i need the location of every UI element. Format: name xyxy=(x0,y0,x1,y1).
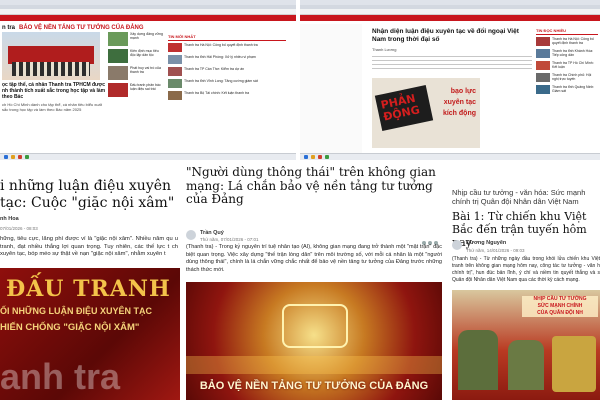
lead-article-snippet: ch Hồ Chí Minh dành cho tập thể, cá nhân… xyxy=(2,102,102,112)
news-item[interactable]: Thanh tra Bộ Tài chính: Kết luận thanh t… xyxy=(184,91,249,100)
thumb[interactable] xyxy=(536,37,550,46)
article-title: Nhận diện luận điệu xuyên tạc về đổi ngo… xyxy=(372,28,519,43)
thumb[interactable] xyxy=(108,66,128,80)
list-item[interactable]: Kiên định mục tiêu độc lập dân tộc xyxy=(130,49,164,63)
bottom-right-article: Nhịp cầu tư tưởng - văn hóa: Sức mạnh ch… xyxy=(448,164,600,400)
top-left-browser-panel: n tra BẢO VỆ NỀN TẢNG TƯ TƯỞNG CỦA ĐẢNG … xyxy=(0,0,296,160)
article-banner: NHỊP CẦU TƯ TƯỞNG SỨC MẠNH CHÍNH CỦA QUÂ… xyxy=(452,290,600,400)
article-author[interactable]: Thanh Lương xyxy=(372,47,532,52)
thumb[interactable] xyxy=(168,43,182,52)
list-item[interactable]: Phát huy vai trò của thanh tra xyxy=(130,66,164,80)
publish-date: 07/01/2026 - 08:03 xyxy=(0,226,38,231)
news-item[interactable]: Thanh tra TP Cần Thơ: Kiểm tra dự án xyxy=(184,67,244,76)
thumb[interactable] xyxy=(536,61,550,70)
bottom-middle-article: "Người dùng thông thái" trên không gian … xyxy=(182,164,446,400)
taskbar xyxy=(300,153,600,160)
folder-icon[interactable] xyxy=(311,155,315,159)
lead-photo[interactable] xyxy=(2,32,100,80)
article-banner: ĐẤU TRANH ỐI NHỮNG LUẬN ĐIỆU XUYÊN TẠC H… xyxy=(0,268,180,400)
article-sapo-lines xyxy=(372,54,532,72)
browser-icon[interactable] xyxy=(18,155,22,159)
thumb[interactable] xyxy=(536,85,550,94)
thumb[interactable] xyxy=(168,79,182,88)
publish-date: Thứ năm, 07/01/2026 - 07:01 xyxy=(200,237,259,242)
publish-date: Thứ năm, 14/01/2026 - 09:03 xyxy=(466,248,525,253)
start-icon[interactable] xyxy=(4,155,8,159)
taskbar xyxy=(0,153,296,160)
thumb[interactable] xyxy=(108,83,128,97)
news-item[interactable]: Thanh tra Hà Nội: Công bố quyết định tha… xyxy=(184,43,258,52)
news-item[interactable]: Thanh tra tỉnh Vĩnh Long: Tăng cường giá… xyxy=(184,79,258,88)
article-banner: BẢO VỆ NỀN TẢNG TƯ TƯỞNG CỦA ĐẢNG xyxy=(186,282,442,400)
news-item[interactable]: Thanh tra Chính phủ: Hội nghị trực tuyến xyxy=(552,73,598,82)
news-item[interactable]: Thanh tra tỉnh Khánh Hòa: Tiếp công dân xyxy=(552,49,598,58)
thumb[interactable] xyxy=(168,67,182,76)
list-item[interactable]: Xây dựng đảng vững mạnh xyxy=(130,32,164,46)
list-item[interactable]: Đấu tranh phản bác luận điệu sai trái xyxy=(130,83,164,97)
thumb[interactable] xyxy=(168,55,182,64)
thumb[interactable] xyxy=(108,32,128,46)
start-icon[interactable] xyxy=(304,155,308,159)
article-title: i những luận điệu xuyên tạc: Cuộc "giặc … xyxy=(0,178,175,211)
app-icon[interactable] xyxy=(325,155,329,159)
article-sapo: (Thanh tra) - Trong kỷ nguyên trí tuệ nh… xyxy=(186,244,442,273)
news-item[interactable]: Thanh tra tỉnh Quảng Ninh: Giám sát xyxy=(552,85,598,94)
banner-subline: ỐI NHỮNG LUẬN ĐIỆU XUYÊN TẠC xyxy=(0,306,152,316)
bottom-left-article: i những luận điệu xuyên tạc: Cuộc "giặc … xyxy=(0,164,180,400)
site-name-fragment: n tra xyxy=(2,25,16,31)
news-item[interactable]: Thanh tra Hà Nội: Công bố quyết định tha… xyxy=(552,37,598,46)
watermark-logo: anh tra xyxy=(0,356,121,397)
poster-tag: bạo lực xyxy=(450,88,476,95)
article-poster: PHẢN ĐỘNG bạo lực xuyên tạc kích động xyxy=(372,78,480,148)
article-kicker[interactable]: Nhịp cầu tư tưởng - văn hóa: Sức mạnh ch… xyxy=(452,188,600,206)
poster-tag: xuyên tạc xyxy=(443,99,476,106)
most-read-header: TIN ĐỌC NHIỀU xyxy=(536,28,598,35)
author-avatar[interactable] xyxy=(186,230,196,240)
app-icon[interactable] xyxy=(25,155,29,159)
article-title: "Người dùng thông thái" trên không gian … xyxy=(186,165,436,206)
lead-article-title[interactable]: ọc tập thể, cá nhân Thanh tra TPHCM được… xyxy=(2,82,106,100)
browser-icon[interactable] xyxy=(318,155,322,159)
folder-icon[interactable] xyxy=(11,155,15,159)
author-avatar[interactable] xyxy=(452,240,462,250)
poster-line: CỦA QUÂN ĐỘI NH xyxy=(537,310,583,316)
thumb[interactable] xyxy=(536,73,550,82)
poster-tag: kích động xyxy=(442,110,476,117)
left-gutter xyxy=(300,24,362,153)
author-name[interactable]: Dương Nguyên xyxy=(466,240,506,246)
poster-line: NHỊP CẦU TƯ TƯỞNG xyxy=(533,296,587,302)
thumb[interactable] xyxy=(536,49,550,58)
banner-heading: ĐẤU TRANH xyxy=(6,276,171,302)
thumb[interactable] xyxy=(168,91,182,100)
top-right-browser-panel: Nhận diện luận điệu xuyên tạc về đổi ngo… xyxy=(300,0,600,160)
site-nav-bar xyxy=(300,15,600,21)
latest-news-header: TIN MỚI NHẤT xyxy=(168,34,286,41)
news-item[interactable]: Thanh tra tỉnh Hải Phòng: Xử lý nhiều vi… xyxy=(184,55,256,64)
poster-line: SỨC MẠNH CHÍNH xyxy=(537,303,583,309)
article-sapo: hững, tiêu cực, lãng phí được ví là "giặ… xyxy=(0,236,178,257)
banner-text: BẢO VỆ NỀN TẢNG TƯ TƯỞNG CỦA ĐẢNG xyxy=(199,380,429,392)
article-sapo: (Thanh tra) - Từ những ngày đầu trong kh… xyxy=(452,256,600,283)
thumb[interactable] xyxy=(108,49,128,63)
news-item[interactable]: Thanh tra TP Hồ Chí Minh: Kết luận xyxy=(552,61,598,70)
banner-subline: HIẾN CHỐNG "GIẶC NỘI XÂM" xyxy=(0,322,140,333)
author-name[interactable]: Trần Quý xyxy=(200,230,224,236)
author-name[interactable]: nh Hoa xyxy=(0,216,19,222)
